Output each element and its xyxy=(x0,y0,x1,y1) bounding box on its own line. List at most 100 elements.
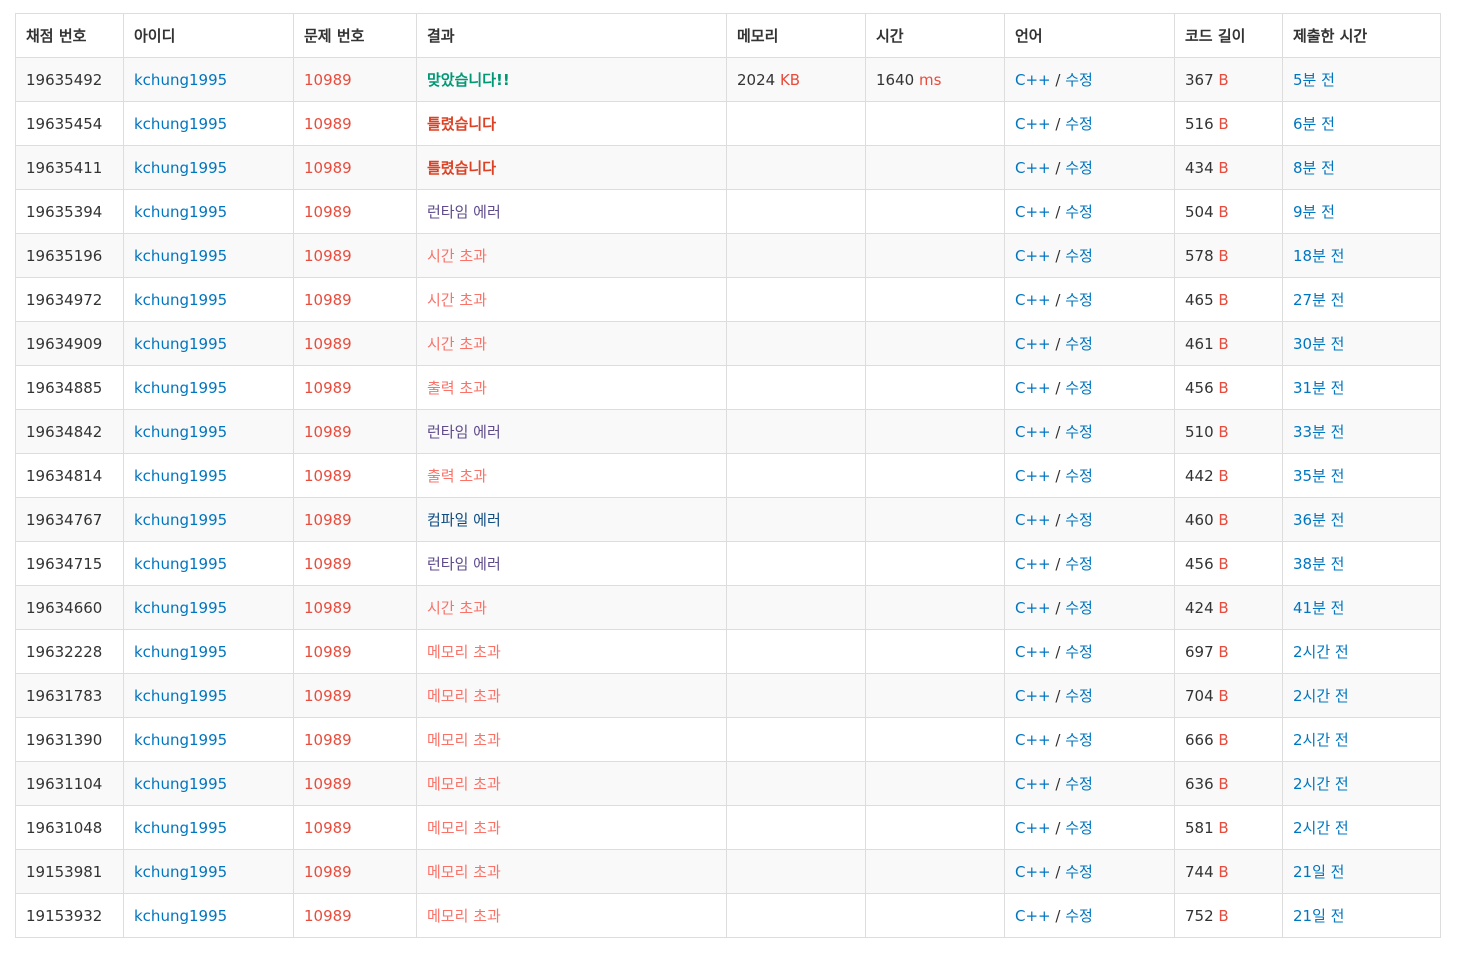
problem-id-link[interactable]: 10989 xyxy=(304,907,352,925)
user-id-link[interactable]: kchung1995 xyxy=(134,467,227,485)
user-id-link[interactable]: kchung1995 xyxy=(134,863,227,881)
user-id-link[interactable]: kchung1995 xyxy=(134,775,227,793)
edit-link[interactable]: 수정 xyxy=(1065,335,1093,353)
user-id-link[interactable]: kchung1995 xyxy=(134,555,227,573)
submitted-time-link[interactable]: 33분 전 xyxy=(1293,423,1344,441)
user-id-link[interactable]: kchung1995 xyxy=(134,599,227,617)
edit-link[interactable]: 수정 xyxy=(1065,819,1093,837)
problem-id-link[interactable]: 10989 xyxy=(304,687,352,705)
language-link[interactable]: C++ xyxy=(1015,643,1051,661)
submitted-time-link[interactable]: 31분 전 xyxy=(1293,379,1344,397)
language-link[interactable]: C++ xyxy=(1015,599,1051,617)
edit-link[interactable]: 수정 xyxy=(1065,115,1093,133)
problem-id-link[interactable]: 10989 xyxy=(304,159,352,177)
user-id-link[interactable]: kchung1995 xyxy=(134,907,227,925)
language-link[interactable]: C++ xyxy=(1015,203,1051,221)
edit-link[interactable]: 수정 xyxy=(1065,643,1093,661)
language-link[interactable]: C++ xyxy=(1015,819,1051,837)
user-id-link[interactable]: kchung1995 xyxy=(134,819,227,837)
user-id-link[interactable]: kchung1995 xyxy=(134,71,227,89)
submitted-time-link[interactable]: 30분 전 xyxy=(1293,335,1344,353)
submitted-time-link[interactable]: 38분 전 xyxy=(1293,555,1344,573)
edit-link[interactable]: 수정 xyxy=(1065,775,1093,793)
edit-link[interactable]: 수정 xyxy=(1065,467,1093,485)
problem-id-link[interactable]: 10989 xyxy=(304,247,352,265)
submitted-time-link[interactable]: 21일 전 xyxy=(1293,863,1344,881)
submitted-time-link[interactable]: 21일 전 xyxy=(1293,907,1344,925)
submitted-time-link[interactable]: 9분 전 xyxy=(1293,203,1335,221)
language-link[interactable]: C++ xyxy=(1015,115,1051,133)
problem-id-link[interactable]: 10989 xyxy=(304,555,352,573)
problem-id-link[interactable]: 10989 xyxy=(304,379,352,397)
edit-link[interactable]: 수정 xyxy=(1065,423,1093,441)
language-link[interactable]: C++ xyxy=(1015,907,1051,925)
user-id-link[interactable]: kchung1995 xyxy=(134,511,227,529)
submitted-time-link[interactable]: 36분 전 xyxy=(1293,511,1344,529)
problem-id-link[interactable]: 10989 xyxy=(304,71,352,89)
language-link[interactable]: C++ xyxy=(1015,291,1051,309)
submitted-time-link[interactable]: 2시간 전 xyxy=(1293,731,1349,749)
edit-link[interactable]: 수정 xyxy=(1065,555,1093,573)
edit-link[interactable]: 수정 xyxy=(1065,687,1093,705)
user-id-link[interactable]: kchung1995 xyxy=(134,115,227,133)
language-link[interactable]: C++ xyxy=(1015,247,1051,265)
problem-id-link[interactable]: 10989 xyxy=(304,115,352,133)
submitted-time-link[interactable]: 35분 전 xyxy=(1293,467,1344,485)
user-id-link[interactable]: kchung1995 xyxy=(134,643,227,661)
edit-link[interactable]: 수정 xyxy=(1065,379,1093,397)
language-link[interactable]: C++ xyxy=(1015,863,1051,881)
submitted-time-link[interactable]: 8분 전 xyxy=(1293,159,1335,177)
edit-link[interactable]: 수정 xyxy=(1065,511,1093,529)
problem-id-link[interactable]: 10989 xyxy=(304,863,352,881)
language-link[interactable]: C++ xyxy=(1015,159,1051,177)
language-link[interactable]: C++ xyxy=(1015,71,1051,89)
problem-id-link[interactable]: 10989 xyxy=(304,335,352,353)
language-link[interactable]: C++ xyxy=(1015,555,1051,573)
submitted-time-link[interactable]: 5분 전 xyxy=(1293,71,1335,89)
edit-link[interactable]: 수정 xyxy=(1065,159,1093,177)
edit-link[interactable]: 수정 xyxy=(1065,203,1093,221)
user-id-link[interactable]: kchung1995 xyxy=(134,731,227,749)
language-link[interactable]: C++ xyxy=(1015,467,1051,485)
edit-link[interactable]: 수정 xyxy=(1065,907,1093,925)
submitted-time-link[interactable]: 2시간 전 xyxy=(1293,775,1349,793)
edit-link[interactable]: 수정 xyxy=(1065,291,1093,309)
problem-id-link[interactable]: 10989 xyxy=(304,423,352,441)
language-link[interactable]: C++ xyxy=(1015,423,1051,441)
problem-id-link[interactable]: 10989 xyxy=(304,819,352,837)
problem-id-link[interactable]: 10989 xyxy=(304,511,352,529)
language-link[interactable]: C++ xyxy=(1015,731,1051,749)
language-link[interactable]: C++ xyxy=(1015,775,1051,793)
user-id-link[interactable]: kchung1995 xyxy=(134,687,227,705)
user-id-link[interactable]: kchung1995 xyxy=(134,291,227,309)
user-id-link[interactable]: kchung1995 xyxy=(134,379,227,397)
problem-id-link[interactable]: 10989 xyxy=(304,291,352,309)
submitted-time-link[interactable]: 6분 전 xyxy=(1293,115,1335,133)
problem-id-link[interactable]: 10989 xyxy=(304,203,352,221)
problem-id-link[interactable]: 10989 xyxy=(304,599,352,617)
problem-id-link[interactable]: 10989 xyxy=(304,775,352,793)
language-link[interactable]: C++ xyxy=(1015,335,1051,353)
edit-link[interactable]: 수정 xyxy=(1065,863,1093,881)
problem-id-link[interactable]: 10989 xyxy=(304,643,352,661)
user-id-link[interactable]: kchung1995 xyxy=(134,203,227,221)
language-link[interactable]: C++ xyxy=(1015,379,1051,397)
user-id-link[interactable]: kchung1995 xyxy=(134,335,227,353)
edit-link[interactable]: 수정 xyxy=(1065,599,1093,617)
user-id-link[interactable]: kchung1995 xyxy=(134,159,227,177)
edit-link[interactable]: 수정 xyxy=(1065,731,1093,749)
language-link[interactable]: C++ xyxy=(1015,511,1051,529)
problem-id-link[interactable]: 10989 xyxy=(304,731,352,749)
submitted-time-link[interactable]: 27분 전 xyxy=(1293,291,1344,309)
problem-id-link[interactable]: 10989 xyxy=(304,467,352,485)
user-id-link[interactable]: kchung1995 xyxy=(134,247,227,265)
edit-link[interactable]: 수정 xyxy=(1065,247,1093,265)
submitted-time-link[interactable]: 2시간 전 xyxy=(1293,687,1349,705)
submitted-time-link[interactable]: 2시간 전 xyxy=(1293,819,1349,837)
submitted-time-link[interactable]: 2시간 전 xyxy=(1293,643,1349,661)
submitted-time-link[interactable]: 41분 전 xyxy=(1293,599,1344,617)
edit-link[interactable]: 수정 xyxy=(1065,71,1093,89)
submitted-time-link[interactable]: 18분 전 xyxy=(1293,247,1344,265)
user-id-link[interactable]: kchung1995 xyxy=(134,423,227,441)
language-link[interactable]: C++ xyxy=(1015,687,1051,705)
